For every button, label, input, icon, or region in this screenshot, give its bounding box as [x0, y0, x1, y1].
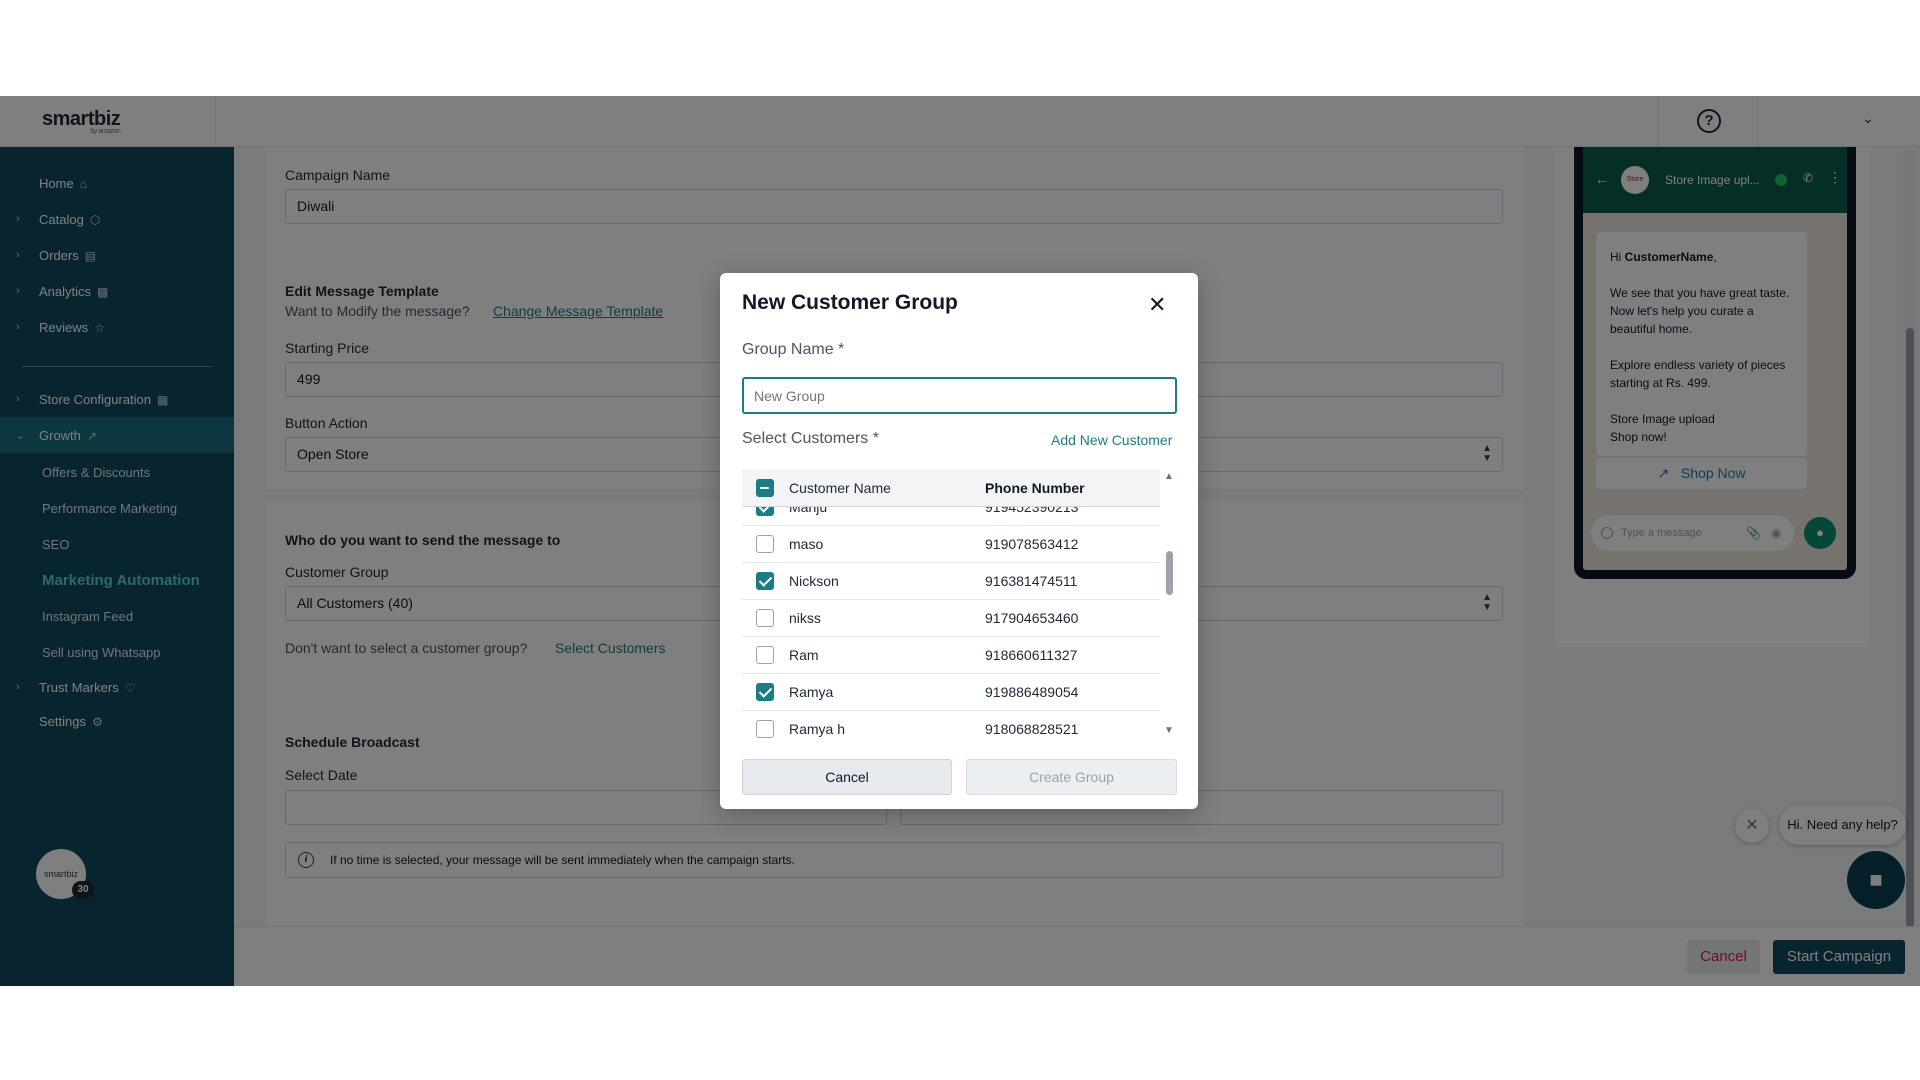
customer-name: Nickson	[789, 573, 839, 589]
select-all-checkbox[interactable]	[756, 479, 774, 497]
customer-name: Ram	[789, 647, 819, 663]
row-checkbox[interactable]	[756, 646, 774, 664]
row-checkbox[interactable]	[756, 683, 774, 701]
table-row[interactable]: maso 919078563412	[742, 526, 1160, 563]
modal-title: New Customer Group	[742, 291, 958, 315]
row-checkbox[interactable]	[756, 572, 774, 590]
scroll-up-icon[interactable]: ▲	[1164, 471, 1174, 482]
create-group-button[interactable]: Create Group	[966, 759, 1177, 795]
table-scrollbar[interactable]: ▲ ▼	[1164, 469, 1176, 739]
customer-name: Ramya	[789, 684, 833, 700]
row-checkbox[interactable]	[756, 609, 774, 627]
customer-phone: 917904653460	[985, 610, 1078, 626]
add-new-customer-link[interactable]: Add New Customer	[1051, 432, 1172, 448]
table-row[interactable]: Nickson 916381474511	[742, 563, 1160, 600]
customer-phone: 918068828521	[985, 721, 1078, 737]
close-icon[interactable]: ✕	[1148, 292, 1166, 318]
customer-name: maso	[789, 536, 823, 552]
table-row[interactable]: nikss 917904653460	[742, 600, 1160, 637]
group-name-label: Group Name *	[742, 341, 844, 359]
customer-name: Ramya h	[789, 721, 845, 737]
customer-phone: 919886489054	[985, 684, 1078, 700]
scroll-down-icon[interactable]: ▼	[1164, 725, 1174, 736]
table-row[interactable]: Ramya h 918068828521	[742, 711, 1160, 744]
column-header-name: Customer Name	[789, 480, 891, 496]
customer-phone: 916381474511	[985, 573, 1077, 589]
row-checkbox[interactable]	[756, 535, 774, 553]
table-header: Customer Name Phone Number	[742, 469, 1160, 507]
new-customer-group-modal: New Customer Group ✕ Group Name * Select…	[720, 273, 1198, 809]
group-name-input[interactable]	[742, 377, 1177, 414]
table-row[interactable]: Ram 918660611327	[742, 637, 1160, 674]
customer-phone: 919078563412	[985, 536, 1078, 552]
table-row[interactable]: Ramya 919886489054	[742, 674, 1160, 711]
customer-table: Customer Name Phone Number Manju 9194523…	[742, 469, 1160, 744]
customer-name: nikss	[789, 610, 821, 626]
customer-phone: 918660611327	[985, 647, 1077, 663]
column-header-phone: Phone Number	[985, 480, 1085, 496]
select-customers-label: Select Customers *	[742, 430, 879, 448]
modal-cancel-button[interactable]: Cancel	[742, 759, 952, 795]
table-scrollbar-thumb[interactable]	[1166, 551, 1173, 595]
row-checkbox[interactable]	[756, 720, 774, 738]
